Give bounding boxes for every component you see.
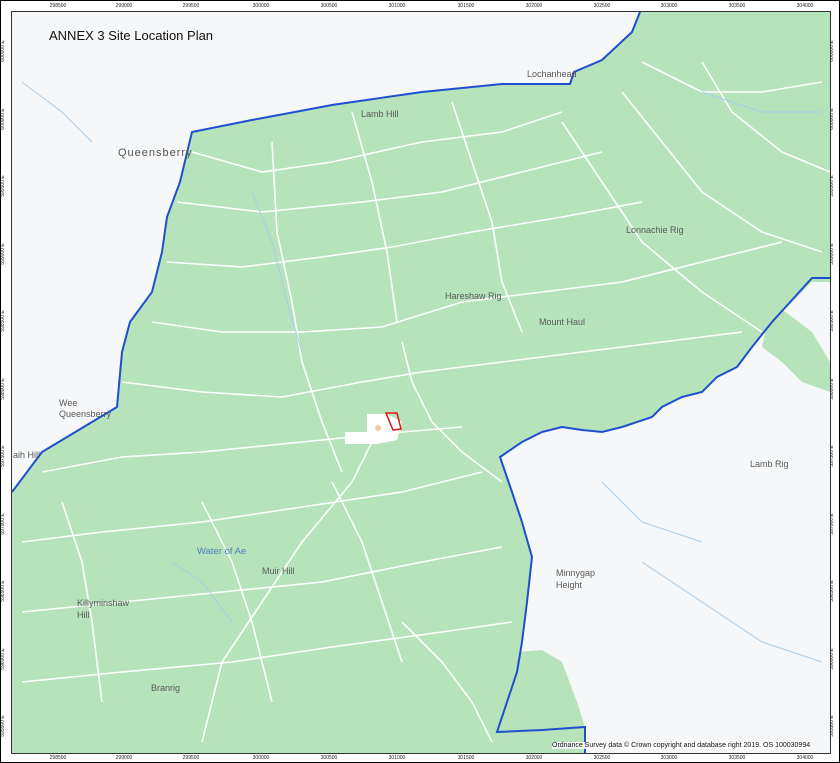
easting-tick-bottom: 304000 bbox=[796, 755, 814, 761]
easting-tick-bottom: 300500 bbox=[320, 755, 338, 761]
easting-tick-bottom: 302500 bbox=[593, 755, 611, 761]
easting-tick-top: 301000 bbox=[388, 3, 406, 9]
northing-tick-left: 596000 E bbox=[0, 648, 7, 670]
copyright-notice: Ordnance Survey data © Crown copyright a… bbox=[552, 742, 811, 749]
easting-tick-bottom: 303500 bbox=[728, 755, 746, 761]
easting-tick-bottom: 300000 bbox=[252, 755, 270, 761]
easting-tick-top: 304000 bbox=[796, 3, 814, 9]
easting-tick-bottom: 299000 bbox=[115, 755, 133, 761]
map-canvas[interactable] bbox=[11, 11, 831, 754]
easting-tick-bottom: 299500 bbox=[182, 755, 200, 761]
water-label: Water of Ae bbox=[197, 546, 247, 557]
easting-tick-bottom: 302000 bbox=[525, 755, 543, 761]
easting-tick-top: 298500 bbox=[49, 3, 67, 9]
place-label: Wee bbox=[59, 398, 78, 408]
easting-tick-top: 299500 bbox=[182, 3, 200, 9]
place-label: aih Hill bbox=[13, 450, 41, 460]
easting-tick-top: 302000 bbox=[525, 3, 543, 9]
place-label: Height bbox=[556, 580, 583, 590]
map-frame: 298500 299000 299500 300000 300500 30100… bbox=[0, 0, 840, 763]
northing-tick-left: 600000 E bbox=[0, 40, 7, 62]
place-label: Queensberry bbox=[118, 147, 193, 159]
easting-tick-bottom: 301000 bbox=[388, 755, 406, 761]
easting-tick-top: 302500 bbox=[593, 3, 611, 9]
northing-tick-left: 597500 E bbox=[0, 445, 7, 467]
place-label: Lamb Hill bbox=[361, 109, 399, 119]
northing-tick-left: 595500 E bbox=[0, 715, 7, 737]
place-label: Lamb Rig bbox=[750, 459, 789, 469]
place-label: Hareshaw Rig bbox=[445, 291, 502, 301]
northing-tick-left: 599500 E bbox=[0, 175, 7, 197]
map-graphics bbox=[12, 12, 830, 753]
easting-tick-top: 299000 bbox=[115, 3, 133, 9]
northing-tick-left: 600000 E bbox=[0, 108, 7, 130]
easting-tick-bottom: 303000 bbox=[660, 755, 678, 761]
place-label: Lonnachie Rig bbox=[626, 225, 684, 235]
place-label: Minnygap bbox=[556, 568, 596, 578]
place-label: Queensberry bbox=[59, 409, 112, 419]
easting-tick-top: 303000 bbox=[660, 3, 678, 9]
place-label: Killyminshaw bbox=[77, 598, 130, 608]
easting-tick-top: 300000 bbox=[252, 3, 270, 9]
place-label: Muir Hill bbox=[262, 566, 295, 576]
northing-tick-left: 598500 E bbox=[0, 310, 7, 332]
easting-tick-bottom: 298500 bbox=[49, 755, 67, 761]
northing-tick-left: 598000 E bbox=[0, 378, 7, 400]
northing-tick-left: 599000 E bbox=[0, 243, 7, 265]
easting-tick-top: 301500 bbox=[457, 3, 475, 9]
northing-tick-left: 596500 E bbox=[0, 580, 7, 602]
northing-tick-left: 597000 E bbox=[0, 513, 7, 535]
map-title: ANNEX 3 Site Location Plan bbox=[49, 28, 214, 43]
place-label: Branrig bbox=[151, 683, 181, 693]
place-label: Lochanhead bbox=[527, 69, 577, 79]
easting-tick-top: 303500 bbox=[728, 3, 746, 9]
place-label: Hill bbox=[77, 610, 90, 620]
place-label: Mount Haul bbox=[539, 317, 586, 327]
easting-tick-bottom: 301500 bbox=[457, 755, 475, 761]
easting-tick-top: 300500 bbox=[320, 3, 338, 9]
feature-marker bbox=[375, 425, 381, 431]
